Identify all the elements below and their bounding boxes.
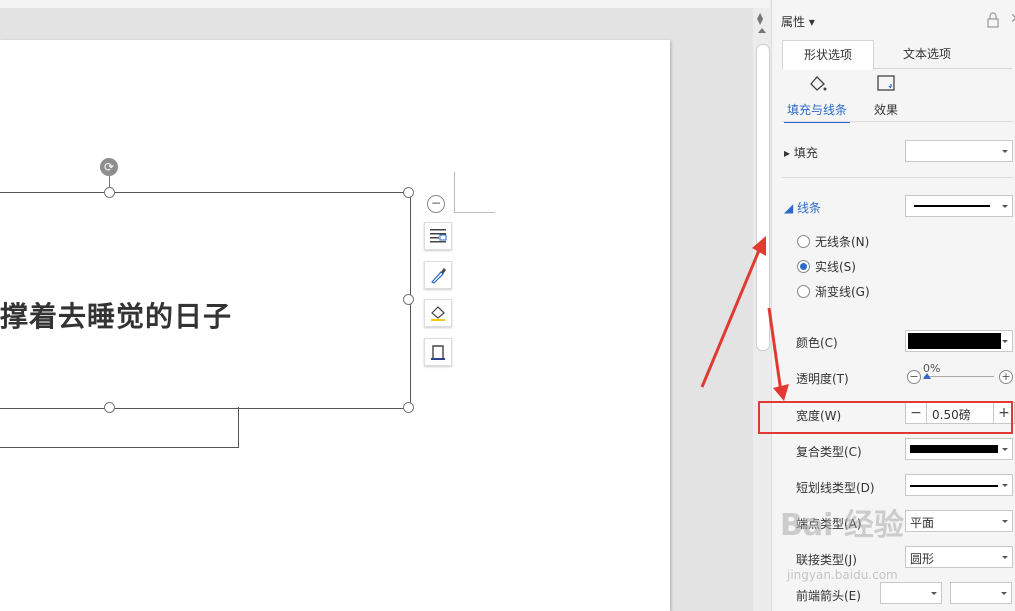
watermark-logo: Bai 经验 (780, 508, 904, 543)
watermark-url: jingyan.baidu.com (787, 568, 898, 582)
width-highlight-box (758, 401, 1013, 434)
